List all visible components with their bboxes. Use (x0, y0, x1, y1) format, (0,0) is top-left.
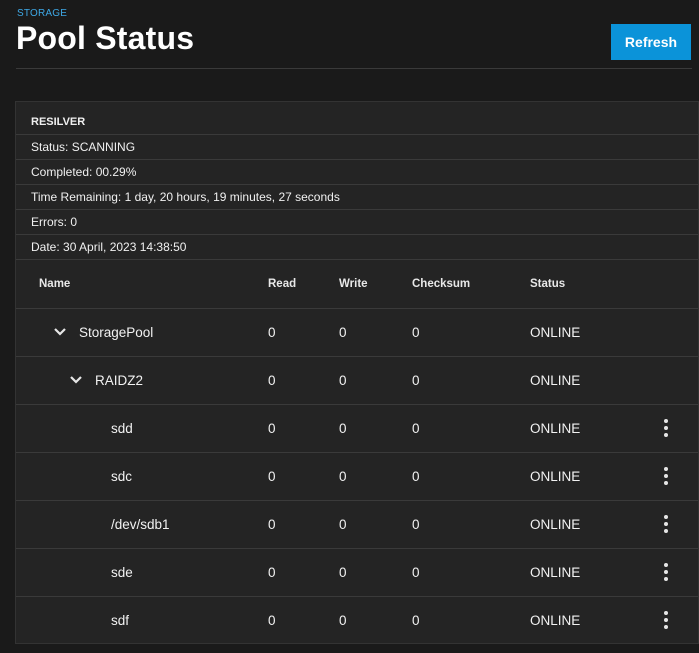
row-name: RAIDZ2 (95, 373, 144, 388)
row-write: 0 (339, 517, 347, 532)
resilver-date: Date: 30 April, 2023 14:38:50 (16, 235, 698, 260)
chevron-down-icon[interactable] (69, 375, 83, 385)
row-read: 0 (268, 517, 276, 532)
resilver-status: Status: SCANNING (16, 135, 698, 160)
row-status: ONLINE (530, 373, 581, 388)
table-row: sdf 0 0 0 ONLINE (16, 597, 698, 644)
breadcrumb: STORAGE (17, 8, 68, 19)
row-name: sde (111, 565, 133, 580)
more-vert-icon[interactable] (657, 609, 675, 631)
table-row: sdd 0 0 0 ONLINE (16, 405, 698, 453)
row-write: 0 (339, 469, 347, 484)
resilver-title: RESILVER (16, 110, 698, 135)
row-checksum: 0 (412, 373, 420, 388)
row-status: ONLINE (530, 565, 581, 580)
row-write: 0 (339, 565, 347, 580)
row-name: sdf (111, 613, 130, 628)
row-write: 0 (339, 421, 347, 436)
column-header-name: Name (39, 278, 71, 290)
refresh-button[interactable]: Refresh (611, 24, 691, 60)
row-name: /dev/sdb1 (111, 517, 170, 532)
row-write: 0 (339, 325, 347, 340)
table-row: StoragePool 0 0 0 ONLINE (16, 309, 698, 357)
row-write: 0 (339, 613, 347, 628)
row-status: ONLINE (530, 325, 581, 340)
row-checksum: 0 (412, 613, 420, 628)
row-write: 0 (339, 373, 347, 388)
resilver-errors: Errors: 0 (16, 210, 698, 235)
more-vert-icon[interactable] (657, 417, 675, 439)
chevron-down-icon[interactable] (53, 327, 67, 337)
row-read: 0 (268, 613, 276, 628)
table-row: RAIDZ2 0 0 0 ONLINE (16, 357, 698, 405)
row-checksum: 0 (412, 325, 420, 340)
resilver-time-remaining: Time Remaining: 1 day, 20 hours, 19 minu… (16, 185, 698, 210)
table-row: /dev/sdb1 0 0 0 ONLINE (16, 501, 698, 549)
header-divider (16, 68, 692, 69)
row-checksum: 0 (412, 421, 420, 436)
row-checksum: 0 (412, 469, 420, 484)
row-read: 0 (268, 373, 276, 388)
more-vert-icon[interactable] (657, 561, 675, 583)
column-header-write: Write (339, 278, 368, 290)
row-read: 0 (268, 325, 276, 340)
page-title: Pool Status (16, 20, 195, 56)
table-header: Name Read Write Checksum Status (16, 261, 698, 309)
row-name: sdc (111, 469, 133, 484)
row-name: sdd (111, 421, 133, 436)
row-checksum: 0 (412, 565, 420, 580)
column-header-checksum: Checksum (412, 278, 471, 290)
row-read: 0 (268, 565, 276, 580)
pool-table: Name Read Write Checksum Status StorageP… (16, 261, 698, 644)
table-row: sdc 0 0 0 ONLINE (16, 453, 698, 501)
table-row: sde 0 0 0 ONLINE (16, 549, 698, 597)
row-status: ONLINE (530, 517, 581, 532)
row-name: StoragePool (79, 325, 154, 340)
row-read: 0 (268, 469, 276, 484)
row-checksum: 0 (412, 517, 420, 532)
resilver-completed: Completed: 00.29% (16, 160, 698, 185)
row-status: ONLINE (530, 421, 581, 436)
resilver-section: RESILVER Status: SCANNING Completed: 00.… (16, 110, 698, 260)
column-header-status: Status (530, 278, 566, 290)
column-header-read: Read (268, 278, 297, 290)
row-status: ONLINE (530, 469, 581, 484)
pool-status-card: RESILVER Status: SCANNING Completed: 00.… (15, 101, 699, 644)
row-status: ONLINE (530, 613, 581, 628)
more-vert-icon[interactable] (657, 465, 675, 487)
more-vert-icon[interactable] (657, 513, 675, 535)
row-read: 0 (268, 421, 276, 436)
